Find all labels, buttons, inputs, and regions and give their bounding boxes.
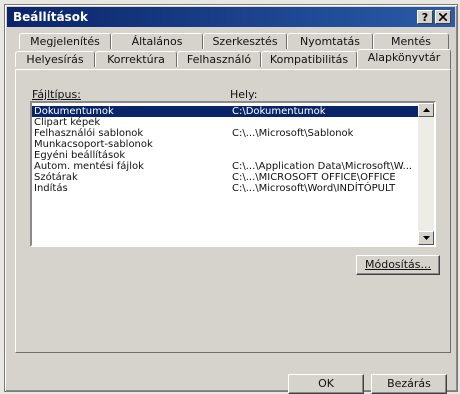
list-item[interactable]: Felhasználói sablonok C:\...\Microsoft\S… [32, 128, 419, 139]
options-dialog: Beállítások ? Megjelenítés Általános Sze… [4, 4, 458, 394]
tab-szerkesztes[interactable]: Szerkesztés [203, 33, 287, 49]
column-header-type: Fájltípus: [32, 88, 81, 101]
window-title: Beállítások [13, 10, 88, 24]
tab-label: Helyesírás [26, 53, 84, 66]
help-button[interactable]: ? [417, 10, 433, 24]
list-item[interactable]: Munkacsoport-sablonok [32, 139, 419, 150]
close-icon [438, 12, 448, 22]
tab-helyesiras[interactable]: Helyesírás [15, 51, 95, 67]
list-item[interactable]: Egyéni beállítások [32, 150, 419, 161]
tab-label: Felhasználó [186, 53, 252, 66]
list-item[interactable]: Indítás C:\...\Microsoft\Word\INDÍTÓPULT [32, 183, 419, 194]
arrow-down-icon [422, 236, 430, 240]
tab-megjelenites[interactable]: Megjelenítés [19, 33, 111, 49]
file-location: C:\...\Microsoft\Word\INDÍTÓPULT [232, 183, 396, 194]
list-item[interactable]: Clipart képek [32, 117, 419, 128]
file-type: Felhasználói sablonok [34, 128, 144, 139]
file-locations-panel: Fájltípus: Hely: Dokumentumok C:\Dokumen… [15, 69, 451, 353]
ok-button[interactable]: OK [288, 374, 364, 394]
file-location: C:\...\MICROSOFT OFFICE\OFFICE [232, 172, 396, 183]
tab-label: Alapkönyvtár [367, 51, 441, 64]
tab-label: Korrektúra [107, 53, 165, 66]
file-type: Clipart képek [34, 117, 101, 128]
file-type: Indítás [34, 183, 68, 194]
tab-felhasznalo[interactable]: Felhasználó [177, 51, 261, 67]
tab-nyomtatas[interactable]: Nyomtatás [287, 33, 373, 49]
file-locations-list[interactable]: Dokumentumok C:\Dokumentumok Clipart kép… [30, 101, 436, 247]
scroll-up-button[interactable] [418, 103, 434, 117]
list-item[interactable]: Autom. mentési fájlok C:\...\Application… [32, 161, 419, 172]
list-item[interactable]: Dokumentumok C:\Dokumentumok [32, 106, 419, 117]
file-location: C:\Dokumentumok [232, 106, 326, 117]
tab-label: Megjelenítés [30, 35, 100, 48]
file-type: Dokumentumok [34, 106, 114, 117]
tab-label: Nyomtatás [299, 35, 361, 48]
list-item[interactable]: Szótárak C:\...\MICROSOFT OFFICE\OFFICE [32, 172, 419, 183]
file-location: C:\...\Microsoft\Sablonok [232, 128, 354, 139]
file-type: Egyéni beállítások [34, 150, 126, 161]
tab-label: Kompatibilitás [269, 53, 349, 66]
tab-korrektura[interactable]: Korrektúra [95, 51, 177, 67]
close-dialog-button[interactable]: Bezárás [371, 374, 447, 394]
title-bar[interactable]: Beállítások ? [7, 7, 455, 27]
file-location: C:\...\Application Data\Microsoft\W... [232, 161, 413, 172]
tab-label: Általános [131, 35, 183, 48]
scroll-down-button[interactable] [418, 231, 434, 245]
tab-kompatibilitas[interactable]: Kompatibilitás [261, 51, 357, 67]
tab-label: Mentés [390, 35, 432, 48]
arrow-up-icon [422, 108, 430, 112]
file-type: Szótárak [34, 172, 78, 183]
file-type: Munkacsoport-sablonok [34, 139, 153, 150]
tab-label: Szerkesztés [212, 35, 278, 48]
tab-mentes[interactable]: Mentés [373, 33, 449, 49]
modify-button[interactable]: Módosítás... [356, 255, 440, 275]
tab-alapkonyvtar[interactable]: Alapkönyvtár [357, 49, 451, 69]
column-header-location: Hely: [230, 88, 258, 101]
file-type: Autom. mentési fájlok [34, 161, 144, 172]
vertical-scrollbar[interactable] [418, 103, 434, 245]
close-button[interactable] [435, 10, 451, 24]
tab-altalanos[interactable]: Általános [111, 33, 203, 49]
